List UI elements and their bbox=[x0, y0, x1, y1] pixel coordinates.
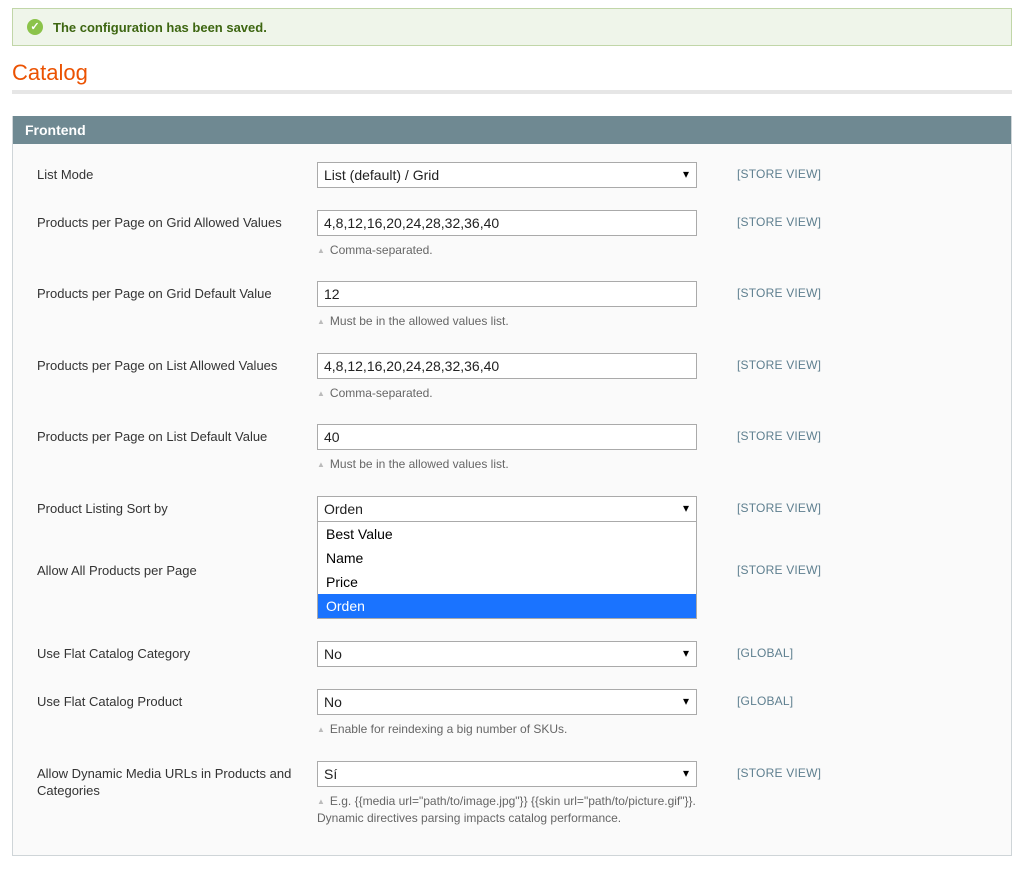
list-allowed-input[interactable] bbox=[317, 353, 697, 379]
sort-by-dropdown[interactable]: Best Value Name Price Orden bbox=[317, 522, 697, 619]
row-flat-product: Use Flat Catalog Product No Enable for r… bbox=[37, 689, 997, 738]
check-icon bbox=[27, 19, 43, 35]
hint-flat-product: Enable for reindexing a big number of SK… bbox=[317, 721, 697, 738]
scope-label: [STORE VIEW] bbox=[737, 162, 821, 181]
label-grid-allowed: Products per Page on Grid Allowed Values bbox=[37, 210, 317, 232]
list-mode-select[interactable]: List (default) / Grid bbox=[317, 162, 697, 188]
hint-grid-allowed: Comma-separated. bbox=[317, 242, 697, 259]
row-grid-allowed: Products per Page on Grid Allowed Values… bbox=[37, 210, 997, 259]
row-flat-category: Use Flat Catalog Category No [GLOBAL] bbox=[37, 641, 997, 667]
label-sort-by: Product Listing Sort by bbox=[37, 496, 317, 518]
select-wrap: Sí bbox=[317, 761, 697, 787]
scope-label: [STORE VIEW] bbox=[737, 424, 821, 443]
page-title: Catalog bbox=[12, 60, 1012, 86]
hint-list-default: Must be in the allowed values list. bbox=[317, 456, 697, 473]
select-wrap: List (default) / Grid bbox=[317, 162, 697, 188]
flat-category-select[interactable]: No bbox=[317, 641, 697, 667]
row-dynamic-media: Allow Dynamic Media URLs in Products and… bbox=[37, 761, 997, 828]
frontend-panel: Frontend List Mode List (default) / Grid… bbox=[12, 116, 1012, 856]
label-flat-product: Use Flat Catalog Product bbox=[37, 689, 317, 711]
scope-label: [STORE VIEW] bbox=[737, 761, 821, 780]
sort-option-best-value[interactable]: Best Value bbox=[318, 522, 696, 546]
label-grid-default: Products per Page on Grid Default Value bbox=[37, 281, 317, 303]
scope-label: [STORE VIEW] bbox=[737, 496, 821, 515]
label-flat-category: Use Flat Catalog Category bbox=[37, 641, 317, 663]
scope-label: [GLOBAL] bbox=[737, 641, 793, 660]
sort-option-name[interactable]: Name bbox=[318, 546, 696, 570]
flat-product-select[interactable]: No bbox=[317, 689, 697, 715]
row-list-allowed: Products per Page on List Allowed Values… bbox=[37, 353, 997, 402]
list-default-input[interactable] bbox=[317, 424, 697, 450]
label-list-mode: List Mode bbox=[37, 162, 317, 184]
success-notice: The configuration has been saved. bbox=[12, 8, 1012, 46]
row-sort-by: Product Listing Sort by Orden Best Value… bbox=[37, 496, 997, 522]
label-list-default: Products per Page on List Default Value bbox=[37, 424, 317, 446]
label-dynamic-media: Allow Dynamic Media URLs in Products and… bbox=[37, 761, 317, 800]
row-grid-default: Products per Page on Grid Default Value … bbox=[37, 281, 997, 330]
scope-label: [STORE VIEW] bbox=[737, 353, 821, 372]
select-wrap: No bbox=[317, 641, 697, 667]
hint-list-allowed: Comma-separated. bbox=[317, 385, 697, 402]
scope-label: [STORE VIEW] bbox=[737, 210, 821, 229]
section-title: Frontend bbox=[13, 116, 1011, 144]
scope-label: [GLOBAL] bbox=[737, 689, 793, 708]
notice-text: The configuration has been saved. bbox=[53, 20, 267, 35]
grid-default-input[interactable] bbox=[317, 281, 697, 307]
row-list-mode: List Mode List (default) / Grid [STORE V… bbox=[37, 162, 997, 188]
divider bbox=[12, 90, 1012, 94]
sort-by-select[interactable]: Orden bbox=[317, 496, 697, 522]
hint-grid-default: Must be in the allowed values list. bbox=[317, 313, 697, 330]
label-list-allowed: Products per Page on List Allowed Values bbox=[37, 353, 317, 375]
label-allow-all: Allow All Products per Page bbox=[37, 558, 317, 580]
select-wrap: No bbox=[317, 689, 697, 715]
sort-option-price[interactable]: Price bbox=[318, 570, 696, 594]
scope-label: [STORE VIEW] bbox=[737, 281, 821, 300]
panel-body: List Mode List (default) / Grid [STORE V… bbox=[13, 144, 1011, 855]
row-list-default: Products per Page on List Default Value … bbox=[37, 424, 997, 473]
hint-dynamic-media: E.g. {{media url="path/to/image.jpg"}} {… bbox=[317, 793, 697, 828]
scope-label: [STORE VIEW] bbox=[737, 558, 821, 577]
dynamic-media-select[interactable]: Sí bbox=[317, 761, 697, 787]
select-wrap: Orden bbox=[317, 496, 697, 522]
grid-allowed-input[interactable] bbox=[317, 210, 697, 236]
sort-option-orden[interactable]: Orden bbox=[318, 594, 696, 618]
